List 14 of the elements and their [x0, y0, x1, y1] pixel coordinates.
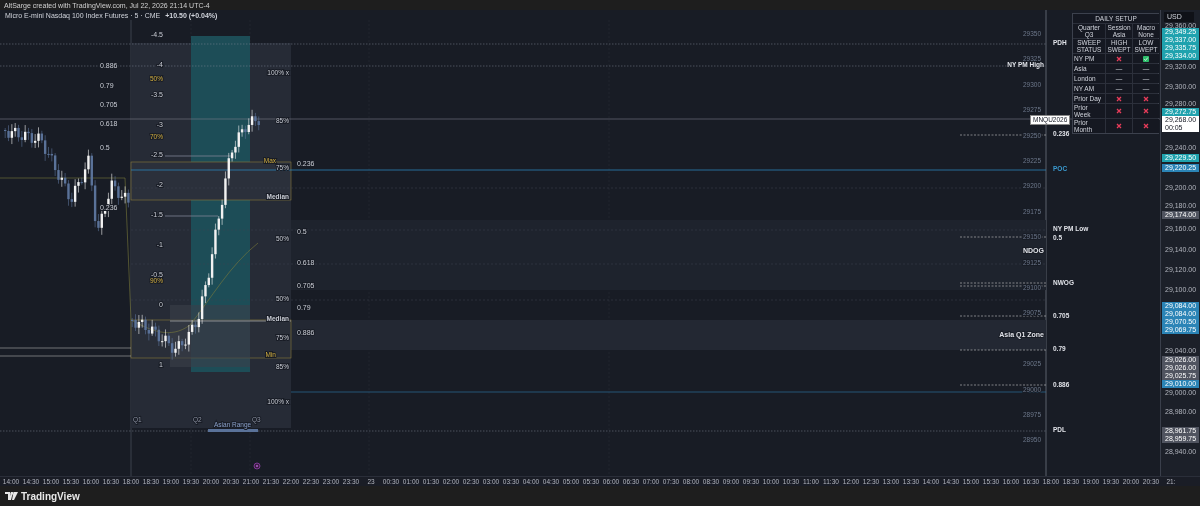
- asian-range-bar: [208, 429, 258, 432]
- cross-icon: [1116, 95, 1122, 102]
- brand-name: TradingView: [21, 490, 80, 502]
- cross-icon: [1116, 55, 1122, 62]
- logo-icon: [5, 492, 18, 500]
- cross-icon: [1116, 108, 1122, 114]
- check-icon: [1143, 55, 1149, 62]
- event-marker-icon: [253, 462, 261, 470]
- cross-icon: [1143, 95, 1149, 102]
- cross-icon: [1143, 123, 1149, 129]
- cross-icon: [1143, 108, 1149, 114]
- level-line: [164, 155, 233, 157]
- cross-icon: [1116, 123, 1122, 129]
- level-line: [164, 215, 219, 217]
